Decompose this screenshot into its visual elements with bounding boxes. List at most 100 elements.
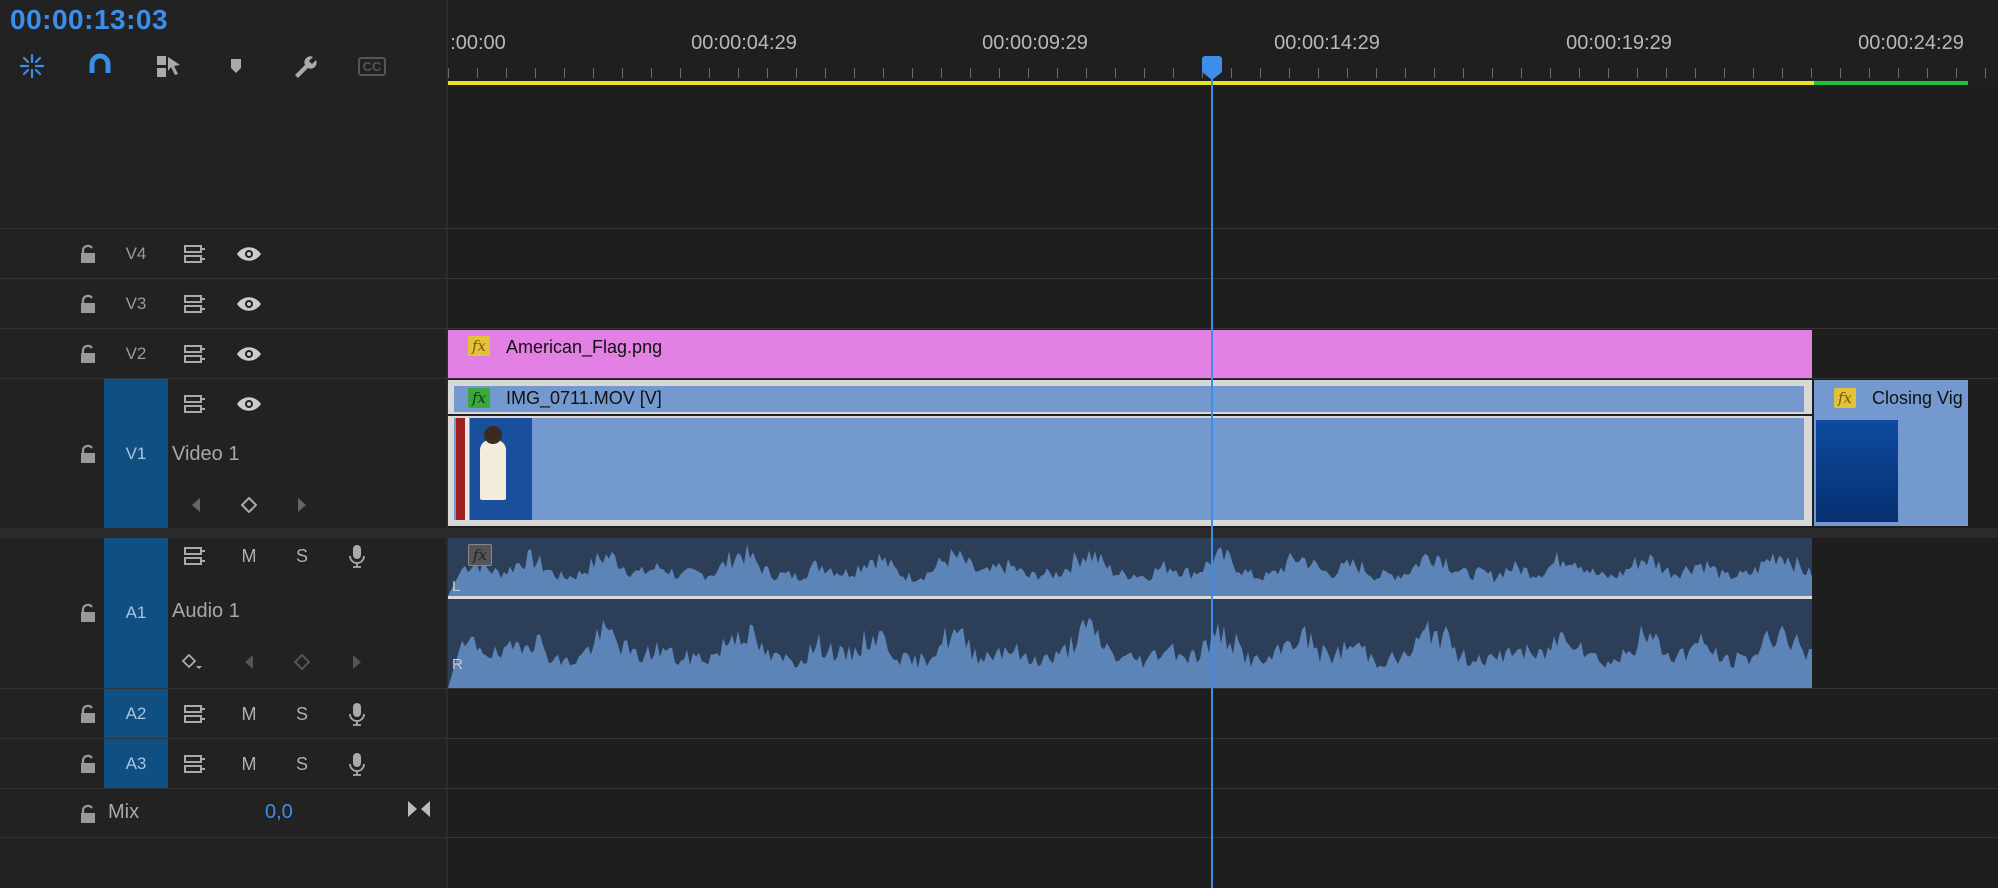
sync-lock-icon[interactable]	[179, 540, 211, 572]
ruler-tick	[1869, 68, 1870, 78]
mute-button[interactable]: M	[233, 748, 265, 780]
channel-right-label: R	[452, 656, 463, 673]
clip-opacity-line[interactable]	[448, 414, 1812, 416]
track-header-v2: V2	[0, 329, 446, 378]
track-header-a3: A3 M S	[0, 739, 446, 788]
add-keyframe-icon[interactable]	[286, 646, 318, 678]
ruler-tick	[1985, 68, 1986, 78]
ruler-tick	[1463, 68, 1464, 78]
ruler-ticks	[0, 0, 1998, 88]
ruler-tick	[1550, 68, 1551, 78]
solo-button[interactable]: S	[286, 748, 318, 780]
clip-audio-a1[interactable]: fx L R	[448, 538, 1812, 688]
ruler-tick	[883, 68, 884, 78]
lock-icon[interactable]	[72, 698, 104, 730]
add-keyframe-icon[interactable]	[233, 489, 265, 521]
ruler-tick	[1637, 68, 1638, 78]
microphone-icon[interactable]	[341, 748, 373, 780]
eye-icon[interactable]	[233, 388, 265, 420]
track-id-v1[interactable]: V1	[104, 379, 168, 528]
ruler-tick	[622, 68, 623, 78]
mute-button[interactable]: M	[233, 698, 265, 730]
track-header-v4: V4	[0, 229, 446, 278]
clip-body	[454, 418, 1804, 520]
lock-icon[interactable]	[72, 438, 104, 470]
lock-icon[interactable]	[72, 597, 104, 629]
ruler-tick	[941, 68, 942, 78]
ruler-tick	[1376, 68, 1377, 78]
ruler-tick	[1057, 68, 1058, 78]
track-v3: V3	[0, 278, 1998, 328]
ruler-tick	[709, 68, 710, 78]
playhead-handle[interactable]	[1202, 56, 1222, 72]
mix-volume-value[interactable]: 0,0	[265, 801, 293, 824]
clip-closing-vig[interactable]: fx Closing Vig	[1814, 380, 1968, 526]
track-id-a2[interactable]: A2	[104, 689, 168, 738]
lock-icon[interactable]	[72, 338, 104, 370]
ruler-tick	[1521, 68, 1522, 78]
ruler-tick	[825, 68, 826, 78]
ruler-tick	[738, 68, 739, 78]
track-id-v4[interactable]: V4	[104, 229, 168, 278]
track-id-a1[interactable]: A1	[104, 538, 168, 688]
next-keyframe-icon[interactable]	[341, 646, 373, 678]
audio-volume-line[interactable]	[448, 596, 1812, 599]
sync-lock-icon[interactable]	[179, 698, 211, 730]
ruler-tick	[1608, 68, 1609, 78]
playhead-pointer	[1202, 72, 1222, 80]
solo-button[interactable]: S	[286, 540, 318, 572]
ruler-tick	[1666, 68, 1667, 78]
ruler-tick	[651, 68, 652, 78]
track-name-a1[interactable]: Audio 1	[172, 600, 240, 623]
clip-img-0711-mov[interactable]: fx IMG_0711.MOV [V]	[448, 380, 1812, 526]
ruler-tick	[477, 68, 478, 78]
track-id-v2[interactable]: V2	[104, 329, 168, 378]
sync-lock-icon[interactable]	[179, 748, 211, 780]
track-a2: A2 M S	[0, 688, 1998, 738]
lock-icon[interactable]	[72, 288, 104, 320]
track-id-a3[interactable]: A3	[104, 739, 168, 788]
clip-american-flag[interactable]: fx American_Flag.png	[448, 330, 1812, 378]
keyframe-options-icon[interactable]	[176, 646, 208, 678]
microphone-icon[interactable]	[341, 698, 373, 730]
fx-badge: fx	[468, 544, 492, 566]
sync-lock-icon[interactable]	[179, 338, 211, 370]
next-keyframe-icon[interactable]	[286, 489, 318, 521]
track-name-v1[interactable]: Video 1	[172, 443, 239, 466]
lock-icon[interactable]	[72, 748, 104, 780]
track-id-v3[interactable]: V3	[104, 279, 168, 328]
solo-button[interactable]: S	[286, 698, 318, 730]
mute-button[interactable]: M	[233, 540, 265, 572]
ruler-tick	[680, 68, 681, 78]
eye-icon[interactable]	[233, 238, 265, 270]
work-area-bar[interactable]	[448, 81, 1814, 85]
track-header-v1: V1 Video 1	[0, 379, 446, 528]
eye-icon[interactable]	[233, 338, 265, 370]
lock-icon[interactable]	[72, 238, 104, 270]
clip-thumbnail	[456, 418, 532, 520]
track-header-a1: A1 M S Audio 1	[0, 538, 446, 688]
eye-icon[interactable]	[233, 288, 265, 320]
microphone-icon[interactable]	[341, 540, 373, 572]
sync-lock-icon[interactable]	[179, 238, 211, 270]
waveform-channel	[448, 544, 1812, 596]
playhead-line[interactable]	[1211, 62, 1213, 888]
prev-keyframe-icon[interactable]	[233, 646, 265, 678]
ruler-tick	[970, 68, 971, 78]
fx-badge: fx	[468, 336, 490, 356]
ruler-tick	[1289, 68, 1290, 78]
ruler-tick	[564, 68, 565, 78]
ruler-tick	[1231, 68, 1232, 78]
video-audio-divider[interactable]	[0, 528, 1998, 538]
sync-lock-icon[interactable]	[179, 288, 211, 320]
track-header-v3: V3	[0, 279, 446, 328]
ruler-tick	[1840, 68, 1841, 78]
sync-lock-icon[interactable]	[179, 388, 211, 420]
collapse-mix-icon[interactable]	[403, 793, 435, 825]
prev-keyframe-icon[interactable]	[180, 489, 212, 521]
fx-badge: fx	[1834, 388, 1856, 408]
ruler-tick	[1898, 68, 1899, 78]
clip-name: Closing Vig	[1872, 388, 1963, 408]
lock-icon[interactable]	[72, 798, 104, 830]
ruler-tick	[1434, 68, 1435, 78]
